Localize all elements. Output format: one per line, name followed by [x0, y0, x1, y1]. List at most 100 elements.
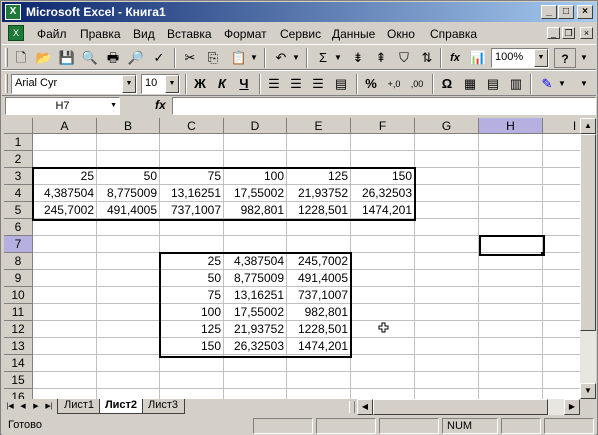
formatting-toolbar: Arial Cyr ▼ 10 ▼ Ж К Ч ☰ ☰ ☰ ▤ % +,0 ,00 Ω… — [2, 70, 596, 96]
close-button[interactable]: × — [577, 5, 593, 19]
doc-minimize-button[interactable]: _ — [547, 27, 560, 39]
menu-view[interactable]: Вид — [133, 27, 155, 41]
align-right-icon[interactable]: ☰ — [307, 74, 329, 94]
menu-file[interactable]: Файл — [37, 27, 67, 41]
maximize-button[interactable]: □ — [558, 5, 574, 19]
paste-icon[interactable]: 📋 — [228, 48, 250, 68]
toolbar-grip[interactable] — [5, 48, 8, 67]
save-icon[interactable]: 💾 — [56, 48, 78, 68]
first-sheet-icon[interactable]: |◀ — [5, 401, 15, 413]
fx-icon[interactable]: fx — [155, 98, 166, 112]
undo-dropdown-icon[interactable]: ▼ — [290, 48, 302, 68]
chart-wizard-icon[interactable]: 📊 — [467, 48, 489, 68]
sheet-tab-3[interactable]: Лист3 — [141, 399, 185, 414]
toolbar-grip[interactable] — [5, 74, 8, 93]
cut-icon[interactable]: ✂ — [179, 48, 201, 68]
doc-restore-button[interactable]: ❐ — [562, 27, 575, 39]
font-color-dropdown-icon[interactable]: ▼ — [556, 74, 568, 94]
spelling-icon[interactable]: ✓ — [148, 48, 170, 68]
help-icon[interactable]: ? — [554, 48, 576, 68]
font-select[interactable]: Arial Cyr ▼ — [11, 74, 137, 94]
font-size-dropdown-icon[interactable]: ▼ — [165, 75, 179, 93]
vertical-scrollbar[interactable]: ▲ ▼ — [580, 118, 596, 399]
print-icon[interactable]: 🖶 — [102, 48, 124, 68]
menu-edit[interactable]: Правка — [80, 27, 121, 41]
preview-icon[interactable]: 🔎 — [125, 48, 147, 68]
percent-button[interactable]: % — [360, 74, 382, 94]
horizontal-scroll-thumb[interactable] — [373, 399, 548, 415]
scroll-down-button[interactable]: ▼ — [580, 383, 596, 399]
sort-ascending-icon[interactable]: ⇟ — [347, 48, 369, 68]
cell-borders — [32, 167, 545, 358]
status-pane-2 — [316, 418, 376, 434]
toolbar-options-icon[interactable]: ▼ — [577, 48, 591, 68]
prev-sheet-icon[interactable]: ◀ — [18, 401, 28, 413]
doc-close-button[interactable]: × — [580, 27, 593, 39]
align-center-icon[interactable]: ☰ — [285, 74, 307, 94]
menu-window[interactable]: Окно — [387, 27, 415, 41]
sheet-tab-2-active[interactable]: Лист2 — [99, 399, 143, 414]
copy-icon[interactable]: ⎘ — [202, 48, 224, 68]
sort-icon[interactable]: ⇅ — [416, 48, 438, 68]
zoom-dropdown-icon[interactable]: ▼ — [534, 49, 548, 67]
scroll-right-button[interactable]: ▶ — [564, 399, 580, 415]
toolbar-separator — [530, 74, 532, 94]
toolbar-options-icon[interactable]: ▼ — [577, 74, 591, 94]
font-size-select[interactable]: 10 ▼ — [141, 74, 180, 94]
name-box-value: H7 — [55, 100, 70, 112]
range-border-a3-f5 — [32, 167, 416, 221]
sheet-tab-1[interactable]: Лист1 — [57, 399, 101, 414]
menu-insert[interactable]: Вставка — [167, 27, 212, 41]
paste-dropdown-icon[interactable]: ▼ — [248, 48, 260, 68]
rows-icon[interactable]: ▤ — [482, 74, 504, 94]
menu-data[interactable]: Данные — [332, 27, 375, 41]
next-sheet-icon[interactable]: ▶ — [31, 401, 41, 413]
font-color-icon[interactable]: ✎ — [536, 74, 558, 94]
menu-format[interactable]: Формат — [224, 27, 267, 41]
sort-descending-icon[interactable]: ⇞ — [370, 48, 392, 68]
menu-help[interactable]: Справка — [430, 27, 477, 41]
increase-decimal-button[interactable]: +,0 — [383, 74, 405, 94]
scroll-up-button[interactable]: ▲ — [580, 118, 596, 134]
function-icon[interactable]: fx — [444, 48, 466, 68]
tab-split-handle[interactable] — [349, 401, 355, 413]
active-cell-h7[interactable] — [479, 235, 545, 256]
merge-center-icon[interactable]: ▤ — [330, 74, 352, 94]
workbook-icon[interactable]: X — [8, 25, 24, 41]
horizontal-scrollbar[interactable]: ◀ ▶ — [357, 399, 580, 415]
print-preview-icon[interactable]: 🔍 — [79, 48, 101, 68]
font-dropdown-icon[interactable]: ▼ — [122, 75, 136, 93]
vertical-scroll-thumb[interactable] — [580, 134, 596, 331]
zoom-select[interactable]: 100% ▼ — [491, 48, 549, 68]
fill-handle[interactable] — [541, 252, 545, 256]
toolbar-separator — [356, 74, 358, 94]
name-box-dropdown-icon[interactable]: ▼ — [110, 98, 117, 114]
range-border-c8-e13 — [159, 252, 352, 358]
filter-icon[interactable]: ⛉ — [393, 48, 415, 68]
formula-input[interactable] — [172, 97, 596, 115]
minimize-button[interactable]: _ — [541, 5, 557, 19]
sheet-tab-bar: |◀ ◀ ▶ ▶| Лист1 Лист2 Лист3 ◀ ▶ — [2, 399, 596, 415]
status-pane-5 — [501, 418, 541, 434]
borders-icon[interactable]: ▥ — [505, 74, 527, 94]
underline-button[interactable]: Ч — [233, 74, 255, 94]
symbol-button[interactable]: Ω — [436, 74, 458, 94]
menu-tools[interactable]: Сервис — [280, 27, 321, 41]
table-icon[interactable]: ▦ — [459, 74, 481, 94]
new-icon[interactable]: 🗋 — [10, 48, 32, 68]
italic-button[interactable]: К — [211, 74, 233, 94]
open-icon[interactable]: 📂 — [33, 48, 55, 68]
status-pane-1 — [253, 418, 313, 434]
decrease-decimal-button[interactable]: ,00 — [406, 74, 428, 94]
align-left-icon[interactable]: ☰ — [263, 74, 285, 94]
autosum-icon[interactable]: Σ — [312, 48, 334, 68]
worksheet-grid[interactable]: A B C D E F G H I 1 2 3 25 50 75 100 125 150 4 4,3… — [4, 118, 580, 399]
bold-button[interactable]: Ж — [189, 74, 211, 94]
autosum-dropdown-icon[interactable]: ▼ — [332, 48, 344, 68]
scroll-left-button[interactable]: ◀ — [357, 399, 373, 415]
undo-icon[interactable]: ↶ — [270, 48, 292, 68]
excel-app-icon[interactable]: X — [5, 4, 21, 20]
name-box[interactable]: H7 ▼ — [5, 97, 120, 115]
zoom-value: 100% — [495, 51, 524, 63]
last-sheet-icon[interactable]: ▶| — [44, 401, 54, 413]
